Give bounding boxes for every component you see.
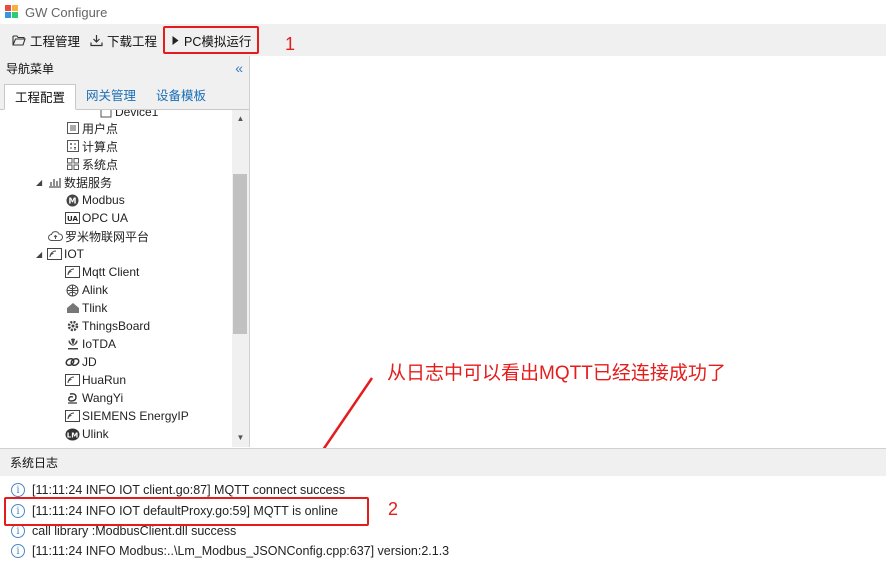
navigation-panel: 导航菜单 « 工程配置 网关管理 设备模板 Device1 用户点 计算点 系统… xyxy=(0,56,250,447)
log-header-title: 系统日志 xyxy=(10,456,59,470)
tree-item-thingsboard[interactable]: ThingsBoard xyxy=(65,317,150,335)
mqtt-icon xyxy=(65,265,80,279)
scroll-down-arrow-icon[interactable]: ▼ xyxy=(232,431,249,445)
tree-item-wangyi[interactable]: WangYi xyxy=(65,389,123,407)
toolbar: 工程管理 下载工程 PC模拟运行 xyxy=(0,24,886,56)
info-icon: i xyxy=(11,483,25,497)
opc-ua-icon: UA xyxy=(65,211,80,225)
download-project-button[interactable]: 下载工程 xyxy=(86,28,161,52)
tree-item-data-service[interactable]: ◢ 数据服务 xyxy=(36,173,112,191)
tree-item-lumi-platform[interactable]: 罗米物联网平台 xyxy=(48,227,149,245)
globe-icon xyxy=(65,283,80,297)
tree-item-ulink[interactable]: LM Ulink xyxy=(65,425,109,443)
gear-icon xyxy=(65,319,80,333)
tree-item-user-point[interactable]: 用户点 xyxy=(65,119,118,137)
svg-text:LM: LM xyxy=(67,431,78,439)
tree-item-iot[interactable]: ◢ IOT xyxy=(36,245,84,263)
tree-item-tlink[interactable]: Tlink xyxy=(65,299,107,317)
svg-text:UA: UA xyxy=(67,215,78,223)
grid-icon xyxy=(65,157,80,171)
nav-tabs: 工程配置 网关管理 设备模板 xyxy=(0,80,249,110)
network-icon xyxy=(65,373,80,387)
calculator-icon xyxy=(65,139,80,153)
main-content-area xyxy=(251,56,886,447)
project-tree: Device1 用户点 计算点 系统点 ◢ 数据服务 M Modbus UA O… xyxy=(0,110,232,447)
cloud-upload-icon xyxy=(48,229,63,243)
info-icon: i xyxy=(11,544,25,558)
bar-chart-icon xyxy=(47,175,62,189)
netease-icon xyxy=(65,391,80,405)
tree-item-huarun[interactable]: HuaRun xyxy=(65,371,126,389)
tree-item-system-point[interactable]: 系统点 xyxy=(65,155,118,173)
download-project-label: 下载工程 xyxy=(107,34,158,49)
list-icon xyxy=(65,121,80,135)
nav-header: 导航菜单 « xyxy=(0,56,249,80)
nav-header-title: 导航菜单 xyxy=(6,61,55,76)
huawei-icon xyxy=(65,337,80,351)
callout-number-1: 1 xyxy=(285,34,296,54)
modbus-icon: M xyxy=(65,193,80,207)
annotation-text: 从日志中可以看出MQTT已经连接成功了 xyxy=(387,363,726,384)
tree-item-modbus[interactable]: M Modbus xyxy=(65,191,125,209)
tree-item-opc-ua[interactable]: UA OPC UA xyxy=(65,209,128,227)
tab-device-template[interactable]: 设备模板 xyxy=(146,83,216,109)
tree-item-jd[interactable]: JD xyxy=(65,353,97,371)
network-icon xyxy=(47,247,62,261)
network-icon xyxy=(65,409,80,423)
tree-scrollbar[interactable]: ▲ ▼ xyxy=(232,110,249,447)
pc-simulate-label: PC模拟运行 xyxy=(184,34,252,49)
tree-item-alink[interactable]: Alink xyxy=(65,281,108,299)
ulink-icon: LM xyxy=(65,427,80,441)
project-manage-label: 工程管理 xyxy=(30,34,81,49)
download-icon xyxy=(90,34,103,46)
scroll-up-arrow-icon[interactable]: ▲ xyxy=(232,112,249,126)
app-window: GW Configure 工程管理 下载工程 PC模拟运行 1 导航菜单 « 工… xyxy=(0,0,886,569)
play-icon xyxy=(172,35,179,45)
tab-project-config[interactable]: 工程配置 xyxy=(4,84,77,110)
tab-gateway-manage[interactable]: 网关管理 xyxy=(76,83,146,109)
log-highlight-box xyxy=(4,497,369,526)
scroll-thumb[interactable] xyxy=(233,174,247,334)
device-icon xyxy=(98,110,113,119)
tree-item-iotda[interactable]: IoTDA xyxy=(65,335,116,353)
tree-item-siemens[interactable]: SIEMENS EnergyIP xyxy=(65,407,189,425)
house-icon xyxy=(65,301,80,315)
double-chevron-left-icon[interactable]: « xyxy=(235,60,243,76)
project-manage-button[interactable]: 工程管理 xyxy=(8,28,84,52)
app-logo-icon xyxy=(5,5,19,19)
pc-simulate-button[interactable]: PC模拟运行 xyxy=(163,26,260,54)
log-header: 系统日志 xyxy=(0,448,886,476)
svg-text:M: M xyxy=(69,196,77,205)
folder-open-icon xyxy=(12,35,26,46)
callout-number-2: 2 xyxy=(388,499,399,519)
title-bar: GW Configure xyxy=(0,0,886,24)
expand-triangle-icon[interactable]: ◢ xyxy=(36,250,45,259)
link-icon xyxy=(65,355,80,369)
log-line: i [11:11:24 INFO Modbus:..\Lm_Modbus_JSO… xyxy=(11,542,449,560)
info-icon: i xyxy=(11,524,25,538)
tree-item-calc-point[interactable]: 计算点 xyxy=(65,137,118,155)
expand-triangle-icon[interactable]: ◢ xyxy=(36,178,45,187)
tree-item-mqtt-client[interactable]: Mqtt Client xyxy=(65,263,139,281)
window-title: GW Configure xyxy=(25,4,108,20)
